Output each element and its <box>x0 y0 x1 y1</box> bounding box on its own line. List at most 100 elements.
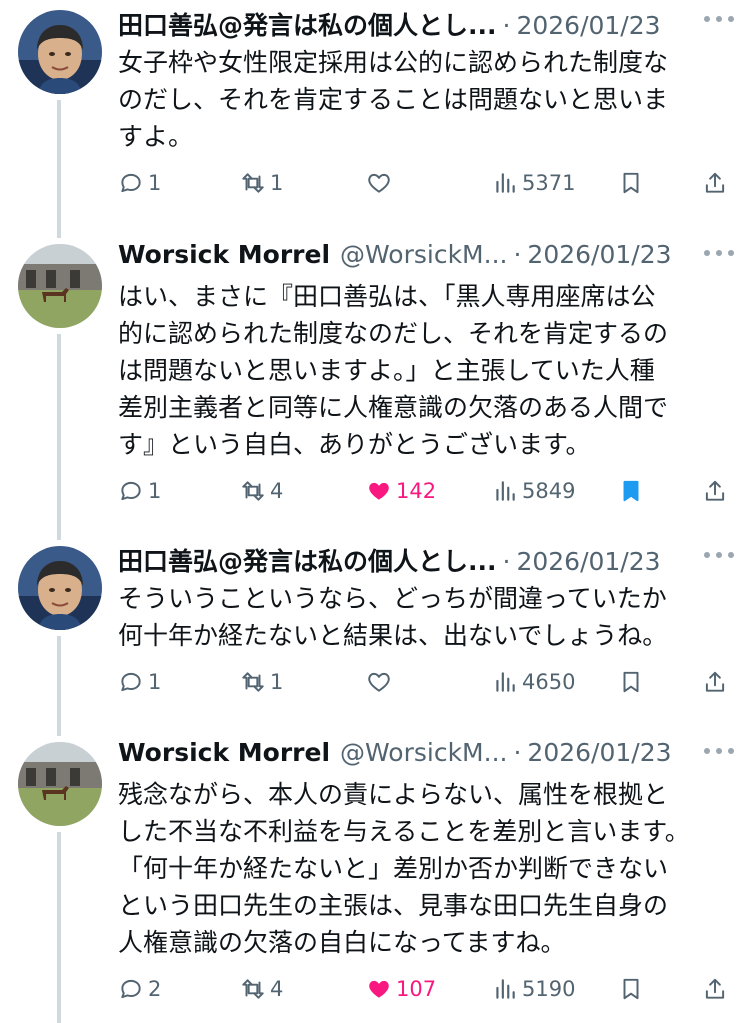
reply-icon <box>118 478 144 504</box>
heart-icon <box>366 976 392 1002</box>
author-name[interactable]: 田口善弘@発言は私の個人とし... <box>118 6 497 42</box>
thread-connector-line <box>57 832 61 1023</box>
views-button[interactable]: 5190 <box>492 971 575 1007</box>
tweet-text-line: 「何十年か経たないと」差別か否か判断できない <box>118 854 669 883</box>
reply-button[interactable]: 1 <box>118 165 161 201</box>
share-button[interactable] <box>702 664 728 700</box>
separator-dot: · <box>513 738 522 767</box>
tweet[interactable]: 田口善弘@発言は私の個人とし... · 2026/01/23 そういうこというなら、ど… <box>0 536 750 736</box>
views-button[interactable]: 4650 <box>492 664 575 700</box>
bookmark-button[interactable] <box>618 971 644 1007</box>
like-button[interactable]: 107 <box>366 971 436 1007</box>
share-icon <box>702 170 728 196</box>
tweet-text-line: 残念ながら、本人の責によらない、属性を根拠と <box>118 780 669 809</box>
tweet-text-line: のだし、それを肯定することは問題ないと思いま <box>118 85 669 114</box>
like-button[interactable] <box>366 664 396 700</box>
tweet-date[interactable]: 2026/01/23 <box>516 11 660 40</box>
heart-icon <box>366 478 392 504</box>
tweet-text-line: という田口先生の主張は、見事な田口先生自身の <box>118 891 669 920</box>
bookmark-icon <box>618 669 644 695</box>
retweets-count: 1 <box>270 171 284 195</box>
retweet-icon <box>240 478 266 504</box>
tweet-date[interactable]: 2026/01/23 <box>516 547 660 576</box>
share-button[interactable] <box>702 473 728 509</box>
tweet-text-line: 的に認められた制度なのだし、それを肯定するの <box>118 319 669 348</box>
like-button[interactable]: 142 <box>366 473 436 509</box>
tweet-text-line: そういうこというなら、どっちが間違っていたか <box>118 584 667 613</box>
retweet-button[interactable]: 1 <box>240 165 283 201</box>
author-name[interactable]: Worsick Morrel <box>118 240 330 269</box>
views-icon <box>492 170 518 196</box>
views-count: 4650 <box>522 670 576 694</box>
replies-count: 1 <box>148 670 162 694</box>
replies-count: 2 <box>148 977 162 1001</box>
likes-count: 142 <box>396 479 437 503</box>
heart-icon <box>366 669 392 695</box>
share-icon <box>702 669 728 695</box>
tweet-date[interactable]: 2026/01/23 <box>527 240 671 269</box>
tweet[interactable]: 田口善弘@発言は私の個人とし... · 2026/01/23 女子枠や女性限定採用は公… <box>0 0 750 238</box>
bookmark-button[interactable] <box>618 165 644 201</box>
views-button[interactable]: 5371 <box>492 165 575 201</box>
retweets-count: 4 <box>270 977 284 1001</box>
bookmark-icon <box>618 170 644 196</box>
tweet-actions: 2 4 107 5190 <box>118 971 734 1007</box>
author-handle[interactable]: @WorsickM... <box>340 738 507 767</box>
tweet-text: そういうこというなら、どっちが間違っていたか 何十年か経たないと結果は、出ないでし… <box>118 580 728 654</box>
tweet-header: 田口善弘@発言は私の個人とし... · 2026/01/23 <box>118 542 661 578</box>
tweet[interactable]: Worsick Morrel @WorsickM... · 2026/01/23 残念な… <box>0 732 750 1023</box>
reply-icon <box>118 170 144 196</box>
separator-dot: · <box>502 11 511 40</box>
tweet-text-line: すよ。 <box>118 122 194 151</box>
reply-button[interactable]: 1 <box>118 664 161 700</box>
tweet[interactable]: Worsick Morrel @WorsickM... · 2026/01/23 はい、… <box>0 234 750 540</box>
retweet-button[interactable]: 4 <box>240 971 283 1007</box>
reply-button[interactable]: 1 <box>118 473 161 509</box>
author-handle[interactable]: @WorsickM... <box>340 240 507 269</box>
tweet-date[interactable]: 2026/01/23 <box>527 738 671 767</box>
retweets-count: 1 <box>270 670 284 694</box>
thread-connector-line <box>57 100 61 238</box>
more-options-icon[interactable] <box>704 248 734 258</box>
author-name[interactable]: 田口善弘@発言は私の個人とし... <box>118 542 497 578</box>
tweet-text-line: 何十年か経たないと結果は、出ないでしょうね。 <box>118 621 668 650</box>
tweet-actions: 1 1 4650 <box>118 664 734 700</box>
share-button[interactable] <box>702 165 728 201</box>
share-icon <box>702 478 728 504</box>
retweets-count: 4 <box>270 479 284 503</box>
likes-count: 107 <box>396 977 437 1001</box>
separator-dot: · <box>502 547 511 576</box>
person-photo-avatar[interactable] <box>18 546 102 630</box>
views-count: 5190 <box>522 977 576 1001</box>
bookmark-button[interactable] <box>618 664 644 700</box>
tweet-text-line: 差別主義者と同等に人権意識の欠落のある人間で <box>118 393 669 422</box>
more-options-icon[interactable] <box>704 746 734 756</box>
retweet-button[interactable]: 1 <box>240 664 283 700</box>
retweet-icon <box>240 976 266 1002</box>
retweet-button[interactable]: 4 <box>240 473 283 509</box>
like-button[interactable] <box>366 165 396 201</box>
replies-count: 1 <box>148 479 162 503</box>
tweet-text-line: 人権意識の欠落の自白になってますね。 <box>118 928 566 957</box>
tweet-actions: 1 1 5371 <box>118 165 734 201</box>
horse-photo-avatar[interactable] <box>18 244 102 328</box>
reply-button[interactable]: 2 <box>118 971 161 1007</box>
tweet-text-line: は問題ないと思いますよ。」と主張していた人種 <box>118 356 655 385</box>
more-options-icon[interactable] <box>704 550 734 560</box>
author-name[interactable]: Worsick Morrel <box>118 738 330 767</box>
tweet-text-line: す』という自白、ありがとうございます。 <box>118 430 591 459</box>
views-button[interactable]: 5849 <box>492 473 575 509</box>
person-photo-avatar[interactable] <box>18 10 102 94</box>
tweet-text-line: した不当な不利益を与えることを差別と言います。 <box>118 817 690 846</box>
bookmark-icon <box>618 478 644 504</box>
reply-icon <box>118 669 144 695</box>
more-options-icon[interactable] <box>704 14 734 24</box>
tweet-header: Worsick Morrel @WorsickM... · 2026/01/23 <box>118 738 672 774</box>
views-icon <box>492 976 518 1002</box>
bookmark-button[interactable] <box>618 473 644 509</box>
bookmark-icon <box>618 976 644 1002</box>
share-button[interactable] <box>702 971 728 1007</box>
horse-photo-avatar[interactable] <box>18 742 102 826</box>
retweet-icon <box>240 669 266 695</box>
tweet-text-line: 女子枠や女性限定採用は公的に認められた制度な <box>118 48 669 77</box>
